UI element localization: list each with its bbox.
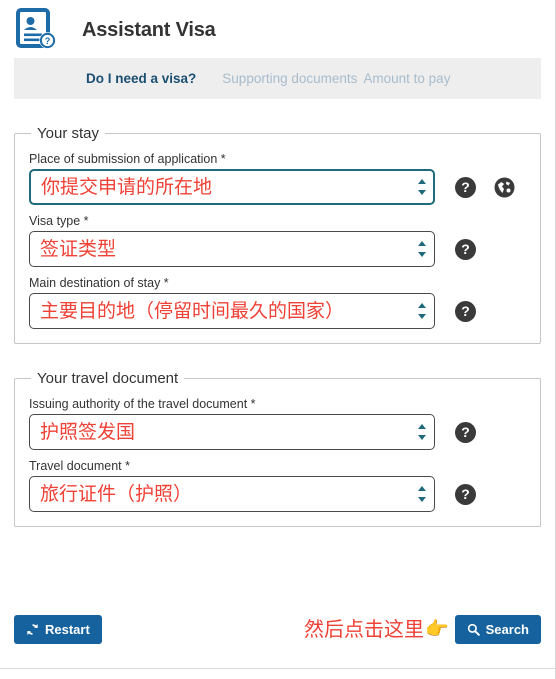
field-label-issuing-authority: Issuing authority of the travel document…: [29, 397, 256, 411]
footer-divider: [0, 668, 555, 669]
restart-button[interactable]: Restart: [14, 615, 102, 644]
chevron-updown-icon[interactable]: [417, 179, 426, 195]
select-wrap-travel-document: 旅行证件（护照）: [29, 476, 435, 512]
help-icon-issuing-authority[interactable]: ?: [455, 421, 476, 443]
fieldset-your-travel-document: Your travel document Issuing authority o…: [14, 370, 541, 527]
select-wrap-main-destination: 主要目的地（停留时间最久的国家）: [29, 293, 435, 329]
pointing-hand-icon: 👉: [424, 619, 449, 640]
fieldset-your-stay: Your stay Place of submission of applica…: [14, 125, 541, 344]
help-icon-main-destination[interactable]: ?: [455, 300, 476, 322]
id-card-question-icon: ?: [14, 7, 60, 53]
select-visa-type[interactable]: 签证类型: [29, 231, 435, 267]
globe-icon[interactable]: [494, 177, 515, 198]
app-header: ? Assistant Visa: [0, 0, 555, 58]
annotation-click-here: 然后点击这里 👉: [304, 620, 449, 640]
field-label-travel-document: Travel document *: [29, 459, 130, 473]
field-place-of-submission: Place of submission of application * 你提交…: [29, 152, 526, 205]
field-travel-document: Travel document * 旅行证件（护照） ?: [29, 459, 526, 512]
tab-bar: Do I need a visa? Supporting documents A…: [14, 58, 541, 99]
field-row-place-of-submission: 你提交申请的所在地 ?: [29, 169, 526, 205]
field-row-travel-document: 旅行证件（护照） ?: [29, 476, 526, 512]
field-main-destination: Main destination of stay * 主要目的地（停留时间最久的…: [29, 276, 526, 329]
form-area: Your stay Place of submission of applica…: [0, 125, 555, 527]
field-label-main-destination: Main destination of stay *: [29, 276, 169, 290]
select-main-destination[interactable]: 主要目的地（停留时间最久的国家）: [29, 293, 435, 329]
field-row-visa-type: 签证类型 ?: [29, 231, 526, 267]
tab-amount-to-pay[interactable]: Amount to pay: [363, 71, 450, 86]
tab-supporting-documents[interactable]: Supporting documents: [222, 71, 357, 86]
select-travel-document[interactable]: 旅行证件（护照）: [29, 476, 435, 512]
tab-do-i-need-a-visa[interactable]: Do I need a visa?: [86, 71, 196, 86]
field-label-visa-type: Visa type *: [29, 214, 89, 228]
field-label-place-of-submission: Place of submission of application *: [29, 152, 226, 166]
chevron-updown-icon[interactable]: [417, 486, 426, 502]
magnifier-icon: [467, 623, 480, 636]
help-icon-travel-document[interactable]: ?: [455, 483, 476, 505]
help-icon-place-of-submission[interactable]: ?: [455, 176, 476, 198]
field-row-issuing-authority: 护照签发国 ?: [29, 414, 526, 450]
select-place-of-submission[interactable]: 你提交申请的所在地: [29, 169, 435, 205]
annotation-text: 然后点击这里: [303, 618, 424, 641]
chevron-updown-icon[interactable]: [417, 241, 426, 257]
refresh-icon: [26, 623, 39, 636]
chevron-updown-icon[interactable]: [417, 424, 426, 440]
search-button-label: Search: [485, 622, 529, 637]
fieldset-legend-your-stay: Your stay: [37, 125, 99, 142]
search-button[interactable]: Search: [454, 615, 541, 644]
select-wrap-place-of-submission: 你提交申请的所在地: [29, 169, 435, 205]
footer-action-bar: Restart 然后点击这里 👉 Search: [0, 615, 555, 644]
fieldset-legend-your-travel-document: Your travel document: [37, 370, 179, 387]
svg-text:?: ?: [45, 36, 51, 46]
restart-button-label: Restart: [45, 622, 90, 637]
help-icon-visa-type[interactable]: ?: [455, 238, 476, 260]
field-row-main-destination: 主要目的地（停留时间最久的国家） ?: [29, 293, 526, 329]
chevron-updown-icon[interactable]: [417, 303, 426, 319]
page-title: Assistant Visa: [82, 18, 216, 41]
select-wrap-visa-type: 签证类型: [29, 231, 435, 267]
field-issuing-authority: Issuing authority of the travel document…: [29, 397, 526, 450]
assistant-visa-page: ? Assistant Visa Do I need a visa? Suppo…: [0, 0, 556, 679]
field-visa-type: Visa type * 签证类型 ?: [29, 214, 526, 267]
select-wrap-issuing-authority: 护照签发国: [29, 414, 435, 450]
select-issuing-authority[interactable]: 护照签发国: [29, 414, 435, 450]
